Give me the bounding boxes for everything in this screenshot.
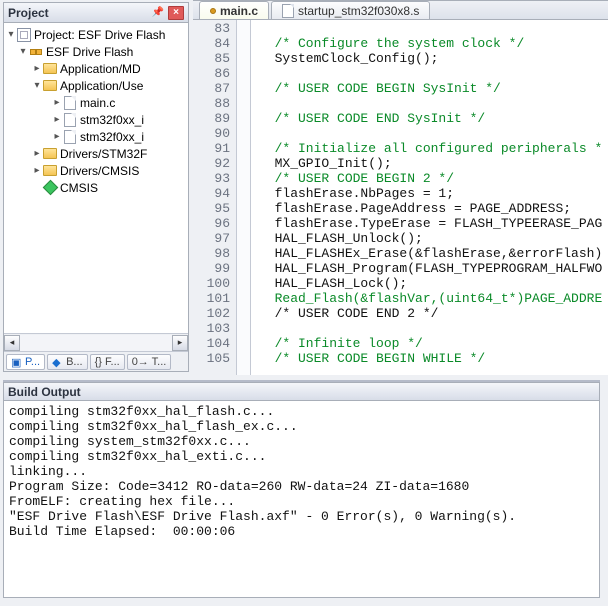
target-icon <box>28 44 44 60</box>
file-icon <box>62 95 78 111</box>
tree-target[interactable]: ▾ ESF Drive Flash <box>4 43 188 60</box>
editor-tabs: main.c startup_stm32f030x8.s <box>193 0 608 20</box>
fold-column[interactable] <box>237 20 251 375</box>
templates-tab[interactable]: 0→ T... <box>127 354 172 370</box>
project-bottom-tabs: ▣P... ◆B... {} F... 0→ T... <box>4 351 188 371</box>
tree-group[interactable]: ▸ Application/MD <box>4 60 188 77</box>
books-tab[interactable]: ◆B... <box>47 354 88 370</box>
project-tab[interactable]: ▣P... <box>6 354 45 370</box>
project-title: Project <box>8 6 49 20</box>
scroll-right-button[interactable]: ▸ <box>172 335 188 351</box>
project-tab-icon: ▣ <box>11 356 23 368</box>
scroll-track[interactable] <box>20 335 172 351</box>
build-output-title: Build Output <box>3 382 600 401</box>
project-titlebar: Project 📌 × <box>4 3 188 23</box>
file-icon <box>62 112 78 128</box>
code-area[interactable]: 8384858687888990919293949596979899100101… <box>193 20 608 375</box>
tree-group[interactable]: ▸ Drivers/CMSIS <box>4 162 188 179</box>
tree-file[interactable]: ▸ stm32f0xx_i <box>4 111 188 128</box>
diamond-icon <box>42 180 58 196</box>
editor-tab-startup[interactable]: startup_stm32f030x8.s <box>271 1 430 19</box>
editor-tab-main[interactable]: main.c <box>199 1 269 19</box>
file-icon <box>282 4 294 18</box>
tree-file[interactable]: ▸ stm32f0xx_i <box>4 128 188 145</box>
folder-icon <box>42 78 58 94</box>
functions-tab[interactable]: {} F... <box>90 354 125 370</box>
project-icon <box>16 27 32 43</box>
books-tab-icon: ◆ <box>52 356 64 368</box>
tree-root[interactable]: ▾ Project: ESF Drive Flash <box>4 26 188 43</box>
code-text[interactable]: /* Configure the system clock */ SystemC… <box>251 20 608 375</box>
line-number-gutter: 8384858687888990919293949596979899100101… <box>193 20 237 375</box>
tree-group[interactable]: ▸ Drivers/STM32F <box>4 145 188 162</box>
panel-pin-button[interactable]: 📌 <box>150 6 166 20</box>
build-output-panel: Build Output compiling stm32f0xx_hal_fla… <box>3 380 600 598</box>
build-output-text[interactable]: compiling stm32f0xx_hal_flash.c... compi… <box>3 401 600 598</box>
project-tree[interactable]: ▾ Project: ESF Drive Flash ▾ ESF Drive F… <box>4 23 188 331</box>
tree-group[interactable]: ▾ Application/Use <box>4 77 188 94</box>
modified-dot-icon <box>210 8 216 14</box>
scroll-left-button[interactable]: ◂ <box>4 335 20 351</box>
file-icon <box>62 129 78 145</box>
tree-cmsis[interactable]: ▸ CMSIS <box>4 179 188 196</box>
editor-area: main.c startup_stm32f030x8.s 83848586878… <box>193 0 608 375</box>
project-hscroll[interactable]: ◂ ▸ <box>4 333 188 351</box>
tree-file[interactable]: ▸ main.c <box>4 94 188 111</box>
folder-icon <box>42 146 58 162</box>
folder-icon <box>42 61 58 77</box>
project-panel: Project 📌 × ▾ Project: ESF Drive Flash ▾… <box>3 2 189 372</box>
panel-close-button[interactable]: × <box>168 6 184 20</box>
folder-icon <box>42 163 58 179</box>
